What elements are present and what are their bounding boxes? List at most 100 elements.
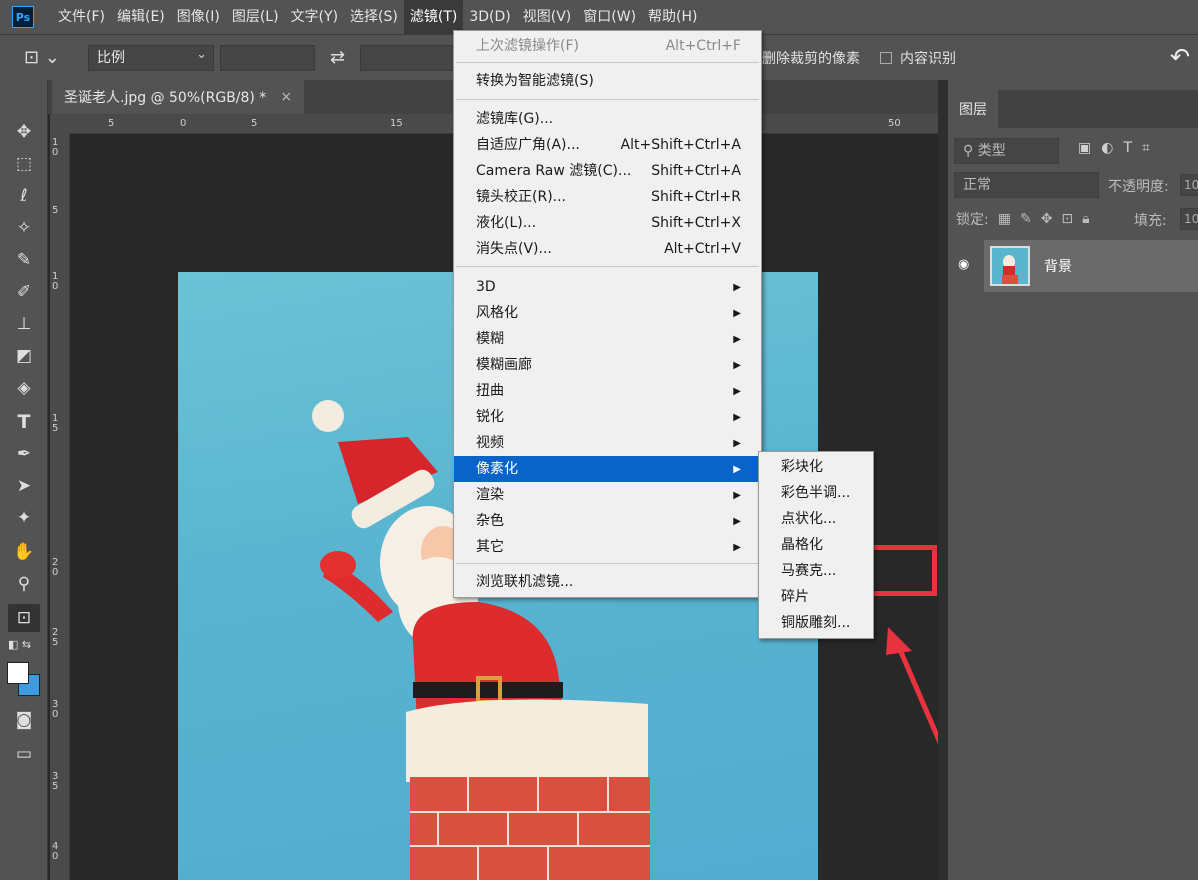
lock-transparency-icon[interactable]: ▦ (998, 211, 1011, 227)
brush-icon[interactable]: ✐ (8, 278, 40, 306)
path-select-icon[interactable]: ➤ (8, 472, 40, 500)
checkbox-icon[interactable] (880, 52, 892, 64)
lock-artboard-icon[interactable]: ⊡ (1061, 211, 1073, 227)
menu-view[interactable]: 视图(V) (517, 0, 578, 34)
type-filter-icon[interactable]: T (1123, 140, 1132, 156)
lasso-icon[interactable]: ℓ (8, 182, 40, 210)
vertical-ruler[interactable]: 1 0 5 1 0 1 5 2 0 2 5 3 0 3 5 4 0 (50, 134, 70, 880)
menu-edit[interactable]: 编辑(E) (111, 0, 171, 34)
menu-item-label: 液化(L)... (476, 215, 537, 231)
menu-3d[interactable]: 3D(D) (463, 0, 516, 34)
menu-item-lens-correction[interactable]: 镜头校正(R)... Shift+Ctrl+R (454, 184, 761, 210)
menu-item-label: 风格化 (476, 305, 518, 321)
submenu-item-facet[interactable]: 彩块化 (759, 454, 873, 480)
marquee-icon[interactable]: ⬚ (8, 150, 40, 178)
shape-filter-icon[interactable]: ⌗ (1142, 140, 1150, 156)
menu-window[interactable]: 窗口(W) (577, 0, 642, 34)
crop-preset-icon[interactable]: ⊡ ⌄ (24, 47, 68, 71)
menu-item-label: 镜头校正(R)... (476, 189, 567, 205)
menu-item-blur-gallery[interactable]: 模糊画廊 ▶ (454, 352, 761, 378)
menu-item-shortcut: Alt+Shift+Ctrl+A (620, 137, 741, 153)
content-aware-checkbox[interactable]: 内容识别 (880, 48, 956, 68)
menu-item-sharpen[interactable]: 锐化 ▶ (454, 404, 761, 430)
menu-image[interactable]: 图像(I) (171, 0, 226, 34)
adjustment-filter-icon[interactable]: ◐ (1101, 140, 1113, 156)
menu-item-distort[interactable]: 扭曲 ▶ (454, 378, 761, 404)
menu-item-filter-gallery[interactable]: 滤镜库(G)... (454, 106, 761, 132)
menu-item-pixelate[interactable]: 像素化 ▶ (454, 456, 761, 482)
menu-layer[interactable]: 图层(L) (226, 0, 285, 34)
menu-item-stylize[interactable]: 风格化 ▶ (454, 300, 761, 326)
opacity-input[interactable]: 10 (1180, 174, 1198, 196)
blend-mode-select[interactable]: 正常 (954, 172, 1099, 198)
reset-icon[interactable]: ↶ (1170, 43, 1190, 71)
photoshop-logo-icon[interactable]: Ps (12, 6, 34, 28)
menu-item-3d[interactable]: 3D ▶ (454, 274, 761, 300)
layer-row-background[interactable]: ◉ 背景 (948, 240, 1198, 292)
menu-item-last-filter[interactable]: 上次滤镜操作(F) Alt+Ctrl+F (454, 33, 761, 59)
menu-item-other[interactable]: 其它 ▶ (454, 534, 761, 560)
menu-help[interactable]: 帮助(H) (642, 0, 703, 34)
ratio-select[interactable]: 比例 (88, 43, 214, 71)
menu-item-camera-raw[interactable]: Camera Raw 滤镜(C)... Shift+Ctrl+A (454, 158, 761, 184)
menu-item-render[interactable]: 渲染 ▶ (454, 482, 761, 508)
lock-position-icon[interactable]: ✥ (1041, 211, 1053, 227)
lock-pixels-icon[interactable]: ✎ (1020, 211, 1032, 227)
swap-icon[interactable]: ⇄ (330, 47, 345, 68)
menu-item-adaptive-wide-angle[interactable]: 自适应广角(A)... Alt+Shift+Ctrl+A (454, 132, 761, 158)
menu-item-browse-online[interactable]: 浏览联机滤镜... (454, 569, 761, 595)
foreground-color-swatch[interactable] (7, 662, 29, 684)
height-input[interactable] (360, 45, 455, 71)
submenu-arrow-icon: ▶ (733, 308, 741, 319)
document-tab[interactable]: 圣诞老人.jpg @ 50%(RGB/8) * × (52, 80, 304, 114)
submenu-item-mezzotint[interactable]: 铜版雕刻... (759, 610, 873, 636)
delete-cropped-label[interactable]: 删除裁剪的像素 (762, 48, 860, 68)
crop-icon[interactable]: ⊡ (8, 604, 40, 632)
close-icon[interactable]: × (280, 89, 292, 105)
width-input[interactable] (220, 45, 315, 71)
menu-item-label: 浏览联机滤镜... (476, 574, 574, 590)
submenu-arrow-icon: ▶ (733, 334, 741, 345)
menu-item-noise[interactable]: 杂色 ▶ (454, 508, 761, 534)
shape-icon[interactable]: ✦ (8, 504, 40, 532)
menu-item-vanishing-point[interactable]: 消失点(V)... Alt+Ctrl+V (454, 236, 761, 262)
menu-filter[interactable]: 滤镜(T) (403, 0, 464, 34)
stamp-icon[interactable]: ⊥ (8, 310, 40, 338)
pen-icon[interactable]: ✒ (8, 440, 40, 468)
zoom-icon[interactable]: ⚲ (8, 570, 40, 598)
menu-item-smart-filter[interactable]: 转换为智能滤镜(S) (454, 68, 761, 94)
submenu-item-mosaic[interactable]: 马赛克... (759, 558, 873, 584)
menu-item-shortcut: Shift+Ctrl+X (651, 215, 741, 231)
magic-wand-icon[interactable]: ✧ (8, 214, 40, 242)
move-icon[interactable]: ✥ (8, 118, 40, 146)
hand-icon[interactable]: ✋ (8, 538, 40, 566)
submenu-item-fragment[interactable]: 碎片 (759, 584, 873, 610)
lock-all-icon[interactable]: 🔒︎ (1082, 211, 1089, 227)
menu-item-liquify[interactable]: 液化(L)... Shift+Ctrl+X (454, 210, 761, 236)
screen-mode-icon[interactable]: ▭ (8, 740, 40, 768)
type-icon[interactable]: T (8, 408, 40, 436)
menu-item-blur[interactable]: 模糊 ▶ (454, 326, 761, 352)
swap-colors-icon[interactable]: ◧ ⇆ (8, 636, 40, 652)
submenu-item-color-halftone[interactable]: 彩色半调... (759, 480, 873, 506)
eraser-icon[interactable]: ◩ (8, 342, 40, 370)
ruler-tick-label: 5 (251, 118, 258, 129)
image-filter-icon[interactable]: ▣ (1078, 140, 1091, 156)
submenu-arrow-icon: ▶ (733, 490, 741, 501)
submenu-item-crystallize[interactable]: 晶格化 (759, 532, 873, 558)
menu-file[interactable]: 文件(F) (52, 0, 111, 34)
tab-layers[interactable]: 图层 (948, 90, 998, 128)
quick-mask-icon[interactable]: ◙ (8, 706, 40, 734)
visibility-toggle[interactable]: ◉ (948, 240, 984, 292)
kind-filter-select[interactable]: ⚲ 类型 (954, 138, 1059, 164)
menu-item-label: 像素化 (476, 461, 518, 477)
menu-type[interactable]: 文字(Y) (285, 0, 344, 34)
eyedropper-icon[interactable]: ✎ (8, 246, 40, 274)
submenu-item-pointillize[interactable]: 点状化... (759, 506, 873, 532)
menu-item-video[interactable]: 视频 ▶ (454, 430, 761, 456)
eye-icon[interactable]: ◉ (958, 257, 969, 272)
fill-input[interactable]: 10 (1180, 208, 1198, 230)
menu-select[interactable]: 选择(S) (344, 0, 404, 34)
paint-bucket-icon[interactable]: ◈ (8, 374, 40, 402)
menu-item-label: 转换为智能滤镜(S) (476, 73, 594, 89)
